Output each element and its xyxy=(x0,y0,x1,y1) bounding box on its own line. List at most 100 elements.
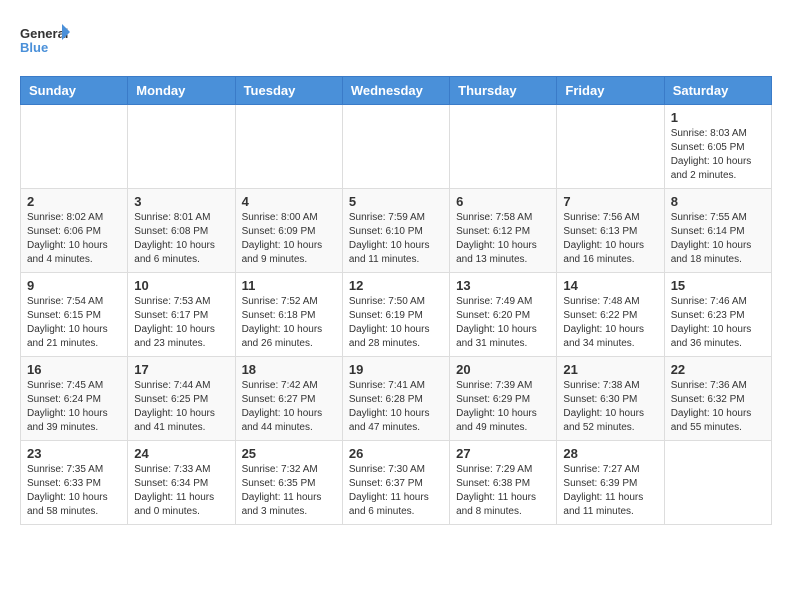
calendar-cell: 18 Sunrise: 7:42 AM Sunset: 6:27 PM Dayli… xyxy=(235,357,342,441)
calendar-cell: 15 Sunrise: 7:46 AM Sunset: 6:23 PM Dayli… xyxy=(664,273,771,357)
calendar-cell: 3Sunrise: 8:01 AM Sunset: 6:08 PM Daylig… xyxy=(128,189,235,273)
day-info: Sunrise: 7:30 AM Sunset: 6:37 PM Dayligh… xyxy=(349,463,443,519)
day-info: Sunrise: 7:56 AM Sunset: 6:13 PM Dayligh… xyxy=(563,211,657,267)
calendar-cell: 14 Sunrise: 7:48 AM Sunset: 6:22 PM Dayli… xyxy=(557,273,664,357)
calendar-table: SundayMondayTuesdayWednesdayThursdayFrid… xyxy=(20,76,772,525)
day-number: 15 xyxy=(671,278,765,293)
calendar-cell xyxy=(235,105,342,189)
day-number: 8 xyxy=(671,194,765,209)
day-info: Sunrise: 7:45 AM Sunset: 6:24 PM Dayligh… xyxy=(27,379,121,435)
calendar-cell: 27 Sunrise: 7:29 AM Sunset: 6:38 PM Dayli… xyxy=(450,441,557,525)
day-info: Sunrise: 7:48 AM Sunset: 6:22 PM Dayligh… xyxy=(563,295,657,351)
day-number: 9 xyxy=(27,278,121,293)
calendar-cell: 4 Sunrise: 8:00 AM Sunset: 6:09 PM Daylig… xyxy=(235,189,342,273)
day-number: 12 xyxy=(349,278,443,293)
day-info: Sunrise: 7:38 AM Sunset: 6:30 PM Dayligh… xyxy=(563,379,657,435)
calendar-cell xyxy=(21,105,128,189)
day-info: Sunrise: 7:35 AM Sunset: 6:33 PM Dayligh… xyxy=(27,463,121,519)
day-info: Sunrise: 7:41 AM Sunset: 6:28 PM Dayligh… xyxy=(349,379,443,435)
day-info: Sunrise: 7:52 AM Sunset: 6:18 PM Dayligh… xyxy=(242,295,336,351)
day-number: 2 xyxy=(27,194,121,209)
day-number: 14 xyxy=(563,278,657,293)
week-row-1: 2 Sunrise: 8:02 AM Sunset: 6:06 PM Daylig… xyxy=(21,189,772,273)
svg-text:General: General xyxy=(20,26,68,41)
calendar-cell xyxy=(342,105,449,189)
calendar-cell: 5Sunrise: 7:59 AM Sunset: 6:10 PM Daylig… xyxy=(342,189,449,273)
calendar-cell: 19 Sunrise: 7:41 AM Sunset: 6:28 PM Dayli… xyxy=(342,357,449,441)
day-info: Sunrise: 8:00 AM Sunset: 6:09 PM Dayligh… xyxy=(242,211,336,267)
calendar-cell: 13Sunrise: 7:49 AM Sunset: 6:20 PM Dayli… xyxy=(450,273,557,357)
day-number: 24 xyxy=(134,446,228,461)
calendar-cell: 16 Sunrise: 7:45 AM Sunset: 6:24 PM Dayli… xyxy=(21,357,128,441)
day-info: Sunrise: 7:27 AM Sunset: 6:39 PM Dayligh… xyxy=(563,463,657,519)
day-number: 19 xyxy=(349,362,443,377)
calendar-cell: 10 Sunrise: 7:53 AM Sunset: 6:17 PM Dayli… xyxy=(128,273,235,357)
day-number: 25 xyxy=(242,446,336,461)
day-info: Sunrise: 7:50 AM Sunset: 6:19 PM Dayligh… xyxy=(349,295,443,351)
day-number: 7 xyxy=(563,194,657,209)
day-info: Sunrise: 7:53 AM Sunset: 6:17 PM Dayligh… xyxy=(134,295,228,351)
day-number: 11 xyxy=(242,278,336,293)
day-number: 18 xyxy=(242,362,336,377)
weekday-header-monday: Monday xyxy=(128,77,235,105)
day-number: 27 xyxy=(456,446,550,461)
day-number: 21 xyxy=(563,362,657,377)
day-number: 1 xyxy=(671,110,765,125)
day-info: Sunrise: 7:32 AM Sunset: 6:35 PM Dayligh… xyxy=(242,463,336,519)
weekday-header-sunday: Sunday xyxy=(21,77,128,105)
day-number: 28 xyxy=(563,446,657,461)
day-info: Sunrise: 7:55 AM Sunset: 6:14 PM Dayligh… xyxy=(671,211,765,267)
day-info: Sunrise: 7:29 AM Sunset: 6:38 PM Dayligh… xyxy=(456,463,550,519)
calendar-cell: 8 Sunrise: 7:55 AM Sunset: 6:14 PM Daylig… xyxy=(664,189,771,273)
weekday-header-wednesday: Wednesday xyxy=(342,77,449,105)
calendar-cell: 23 Sunrise: 7:35 AM Sunset: 6:33 PM Dayli… xyxy=(21,441,128,525)
week-row-3: 16 Sunrise: 7:45 AM Sunset: 6:24 PM Dayli… xyxy=(21,357,772,441)
svg-text:Blue: Blue xyxy=(20,40,48,55)
day-number: 20 xyxy=(456,362,550,377)
calendar-cell xyxy=(450,105,557,189)
day-info: Sunrise: 8:01 AM Sunset: 6:08 PM Dayligh… xyxy=(134,211,228,267)
calendar-cell: 20Sunrise: 7:39 AM Sunset: 6:29 PM Dayli… xyxy=(450,357,557,441)
calendar-cell: 6Sunrise: 7:58 AM Sunset: 6:12 PM Daylig… xyxy=(450,189,557,273)
week-row-0: 1 Sunrise: 8:03 AM Sunset: 6:05 PM Daylig… xyxy=(21,105,772,189)
calendar-cell xyxy=(128,105,235,189)
weekday-header-row: SundayMondayTuesdayWednesdayThursdayFrid… xyxy=(21,77,772,105)
calendar-cell: 25 Sunrise: 7:32 AM Sunset: 6:35 PM Dayli… xyxy=(235,441,342,525)
calendar-cell: 17Sunrise: 7:44 AM Sunset: 6:25 PM Dayli… xyxy=(128,357,235,441)
day-info: Sunrise: 7:59 AM Sunset: 6:10 PM Dayligh… xyxy=(349,211,443,267)
day-info: Sunrise: 7:49 AM Sunset: 6:20 PM Dayligh… xyxy=(456,295,550,351)
day-info: Sunrise: 7:46 AM Sunset: 6:23 PM Dayligh… xyxy=(671,295,765,351)
day-number: 4 xyxy=(242,194,336,209)
logo: General Blue xyxy=(20,20,70,60)
logo-svg: General Blue xyxy=(20,20,70,60)
page-header: General Blue xyxy=(20,20,772,60)
calendar-cell: 24 Sunrise: 7:33 AM Sunset: 6:34 PM Dayli… xyxy=(128,441,235,525)
day-info: Sunrise: 7:58 AM Sunset: 6:12 PM Dayligh… xyxy=(456,211,550,267)
calendar-cell xyxy=(557,105,664,189)
day-number: 22 xyxy=(671,362,765,377)
weekday-header-saturday: Saturday xyxy=(664,77,771,105)
calendar-cell xyxy=(664,441,771,525)
day-info: Sunrise: 7:36 AM Sunset: 6:32 PM Dayligh… xyxy=(671,379,765,435)
day-number: 16 xyxy=(27,362,121,377)
day-info: Sunrise: 8:02 AM Sunset: 6:06 PM Dayligh… xyxy=(27,211,121,267)
weekday-header-tuesday: Tuesday xyxy=(235,77,342,105)
calendar-cell: 22 Sunrise: 7:36 AM Sunset: 6:32 PM Dayli… xyxy=(664,357,771,441)
calendar-cell: 2 Sunrise: 8:02 AM Sunset: 6:06 PM Daylig… xyxy=(21,189,128,273)
day-info: Sunrise: 8:03 AM Sunset: 6:05 PM Dayligh… xyxy=(671,127,765,183)
calendar-cell: 11 Sunrise: 7:52 AM Sunset: 6:18 PM Dayli… xyxy=(235,273,342,357)
calendar-cell: 12 Sunrise: 7:50 AM Sunset: 6:19 PM Dayli… xyxy=(342,273,449,357)
day-number: 26 xyxy=(349,446,443,461)
calendar-cell: 26 Sunrise: 7:30 AM Sunset: 6:37 PM Dayli… xyxy=(342,441,449,525)
week-row-4: 23 Sunrise: 7:35 AM Sunset: 6:33 PM Dayli… xyxy=(21,441,772,525)
calendar-cell: 7 Sunrise: 7:56 AM Sunset: 6:13 PM Daylig… xyxy=(557,189,664,273)
calendar-cell: 21 Sunrise: 7:38 AM Sunset: 6:30 PM Dayli… xyxy=(557,357,664,441)
day-info: Sunrise: 7:42 AM Sunset: 6:27 PM Dayligh… xyxy=(242,379,336,435)
day-info: Sunrise: 7:33 AM Sunset: 6:34 PM Dayligh… xyxy=(134,463,228,519)
day-number: 23 xyxy=(27,446,121,461)
day-number: 17 xyxy=(134,362,228,377)
day-number: 10 xyxy=(134,278,228,293)
calendar-cell: 28 Sunrise: 7:27 AM Sunset: 6:39 PM Dayli… xyxy=(557,441,664,525)
day-info: Sunrise: 7:54 AM Sunset: 6:15 PM Dayligh… xyxy=(27,295,121,351)
weekday-header-friday: Friday xyxy=(557,77,664,105)
